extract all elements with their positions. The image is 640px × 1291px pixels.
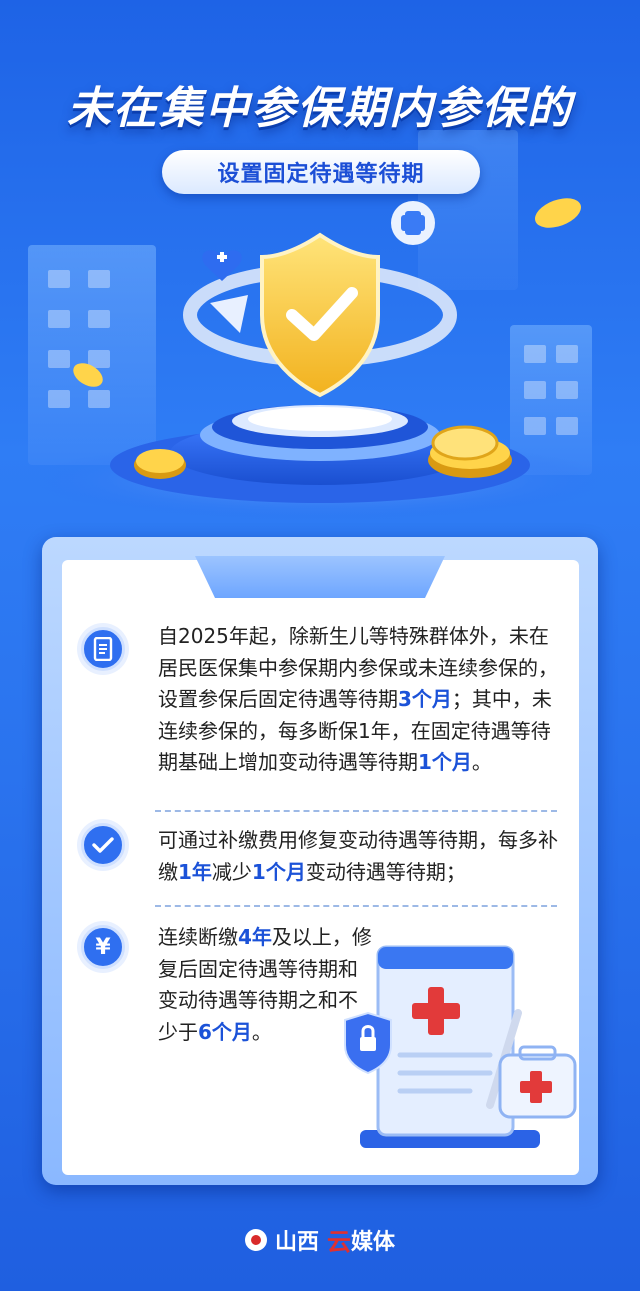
highlight-text: 1个月 bbox=[251, 859, 306, 884]
brand-text-c: 媒体 bbox=[351, 1228, 396, 1255]
body-text: 连续断缴 bbox=[158, 925, 238, 949]
shield-hero-illustration bbox=[30, 198, 610, 520]
shield-icon bbox=[260, 232, 380, 398]
medical-record-illustration bbox=[344, 945, 577, 1148]
body-text: 。 bbox=[471, 750, 492, 774]
divider bbox=[155, 905, 557, 907]
subtitle-pill: 设置固定待遇等待期 bbox=[162, 150, 480, 194]
brand-logo-icon bbox=[244, 1228, 267, 1251]
card-notch bbox=[195, 556, 445, 598]
highlight-text: 1年 bbox=[178, 859, 212, 884]
body-text: 。 bbox=[251, 1019, 272, 1044]
footer-brand: 山西云媒体 bbox=[0, 1222, 640, 1257]
highlight-text: 3个月 bbox=[398, 687, 452, 711]
check-circle-icon bbox=[81, 823, 125, 867]
body-text: 减少 bbox=[211, 859, 252, 884]
highlight-text: 1个月 bbox=[418, 750, 472, 774]
brand-text-b: 云 bbox=[327, 1227, 351, 1256]
page-title: 未在集中参保期内参保的 bbox=[67, 83, 573, 134]
document-icon bbox=[81, 627, 125, 671]
divider bbox=[155, 810, 557, 812]
body-text: 变动待遇等待期； bbox=[305, 859, 466, 884]
highlight-text: 6个月 bbox=[198, 1019, 252, 1044]
brand-text-a: 山西 bbox=[274, 1228, 319, 1255]
yen-icon: ¥ bbox=[81, 925, 125, 969]
item-paragraph-2: 可通过补缴费用修复变动待遇等待期，每多补缴1年减少1个月变动待遇等待期； bbox=[158, 825, 558, 888]
highlight-text: 4年 bbox=[238, 925, 272, 949]
item-paragraph-1: 自2025年起，除新生儿等特殊群体外，未在居民医保集中参保期内参保或未连续参保的… bbox=[158, 621, 558, 779]
